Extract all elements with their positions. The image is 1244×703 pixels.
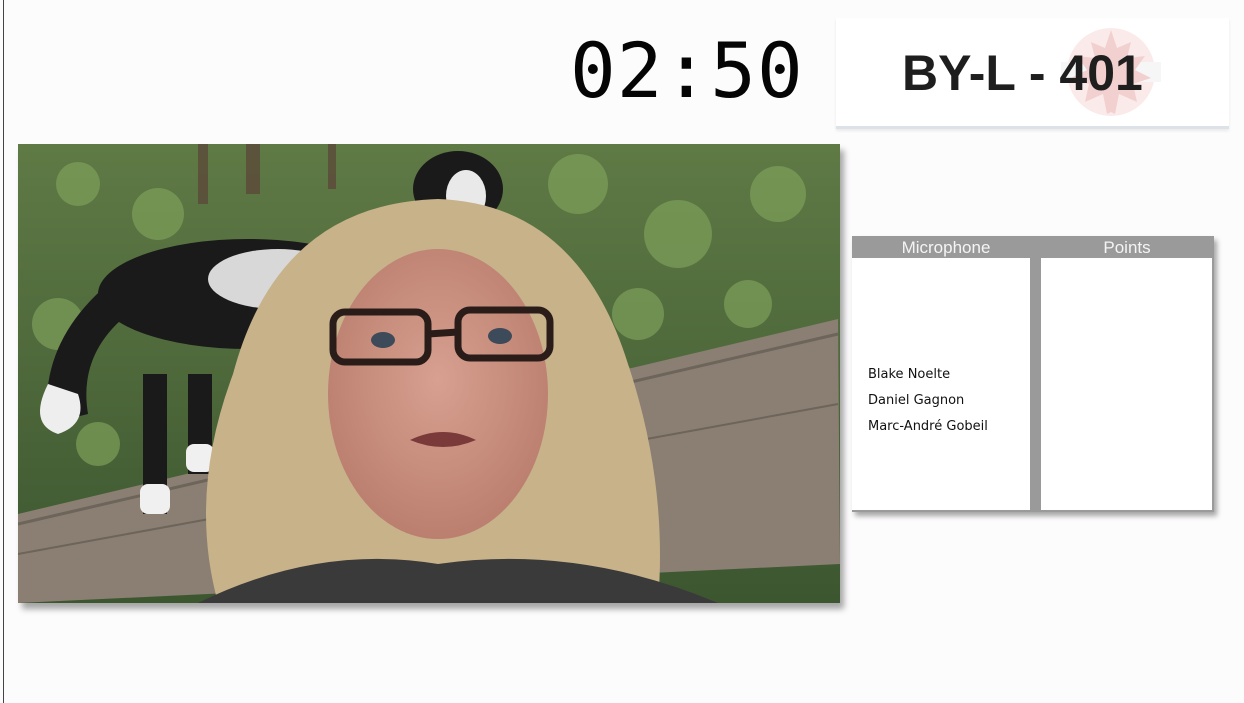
speaker-panel: Microphone Points Blake Noelte Daniel Ga… (852, 236, 1214, 512)
participant-video-feed (18, 144, 840, 603)
points-column-header: Points (1103, 238, 1151, 257)
broadcast-screen: 02:50 BY-L - 401 Microphone Points Blake… (0, 0, 1244, 703)
countdown-timer: 02:50 (570, 26, 804, 115)
left-divider (3, 0, 4, 703)
committee-header: BY-L - 401 (836, 18, 1229, 129)
committee-code: BY-L - 401 (902, 45, 1143, 101)
microphone-column: Blake Noelte Daniel Gagnon Marc-André Go… (852, 258, 1030, 510)
points-column (1041, 258, 1212, 510)
speaker-name: Daniel Gagnon (868, 393, 965, 408)
speaker-list: Blake Noelte Daniel Gagnon Marc-André Go… (868, 362, 988, 440)
speaker-name: Marc-André Gobeil (868, 419, 988, 434)
microphone-column-header: Microphone (901, 238, 991, 257)
speaker-name: Blake Noelte (868, 367, 951, 382)
